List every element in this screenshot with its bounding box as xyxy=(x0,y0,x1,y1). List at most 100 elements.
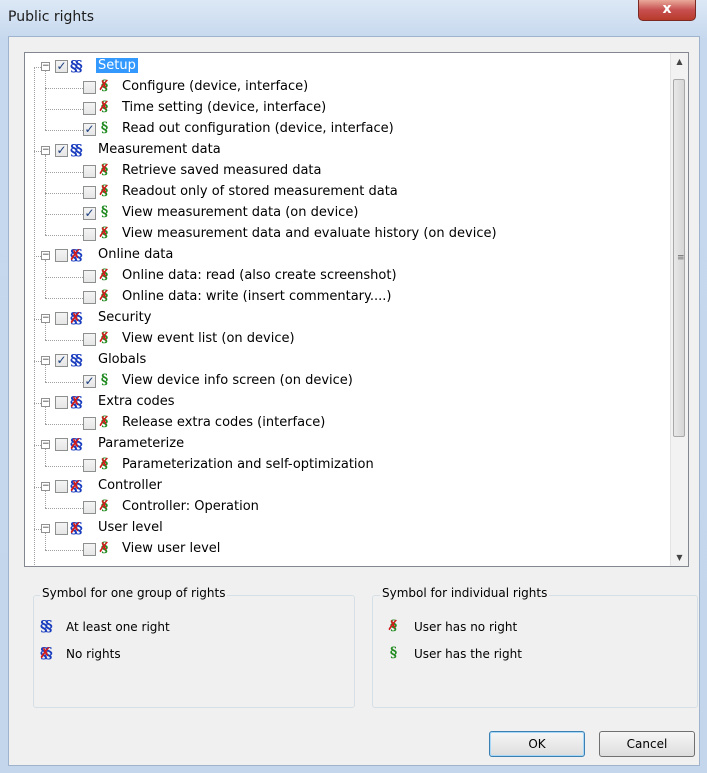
tree-group-node[interactable]: §§✗ Parameterize xyxy=(25,435,665,456)
vertical-scrollbar[interactable]: ▲ ≡ ▼ xyxy=(670,53,688,566)
collapse-icon[interactable] xyxy=(41,524,50,533)
has-right-icon: § xyxy=(389,645,398,661)
collapse-icon[interactable] xyxy=(41,356,50,365)
group-checkbox[interactable] xyxy=(55,438,68,451)
cancel-button[interactable]: Cancel xyxy=(599,731,695,757)
right-checkbox[interactable] xyxy=(83,375,96,388)
no-right-mark: ✗ xyxy=(69,393,81,411)
right-checkbox[interactable] xyxy=(83,81,96,94)
collapse-icon[interactable] xyxy=(41,62,50,71)
tree-item-node[interactable]: § ✗ View user level xyxy=(25,540,665,561)
tree-connector xyxy=(45,155,46,235)
scroll-thumb[interactable]: ≡ xyxy=(673,79,685,437)
tree-group-node[interactable]: §§✗ User level xyxy=(25,519,665,540)
rights-tree[interactable]: §§Setup§✗Configure (device, interface)§✗… xyxy=(24,52,689,567)
tree-group-node[interactable]: §§✗ Online data xyxy=(25,246,665,267)
tree-item-label: Release extra codes (interface) xyxy=(122,415,326,430)
tree-group-label: Measurement data xyxy=(98,142,221,157)
group-checkbox[interactable] xyxy=(55,522,68,535)
right-checkbox[interactable] xyxy=(83,333,96,346)
close-button[interactable]: x xyxy=(638,0,696,21)
tree-connector xyxy=(34,403,41,404)
right-checkbox[interactable] xyxy=(83,459,96,472)
right-checkbox[interactable] xyxy=(83,417,96,430)
no-right-mark: ✗ xyxy=(98,540,110,556)
tree-connector xyxy=(34,319,41,320)
collapse-icon[interactable] xyxy=(41,482,50,491)
tree-group-label: Online data xyxy=(98,247,174,262)
no-right-mark: ✗ xyxy=(98,414,110,430)
collapse-icon[interactable] xyxy=(41,440,50,449)
group-checkbox[interactable] xyxy=(55,60,68,73)
scroll-down-arrow-icon[interactable]: ▼ xyxy=(671,549,688,566)
group-checkbox[interactable] xyxy=(55,396,68,409)
group-checkbox[interactable] xyxy=(55,144,68,157)
no-right-mark: ✗ xyxy=(98,183,110,199)
right-checkbox[interactable] xyxy=(83,165,96,178)
right-checkbox[interactable] xyxy=(83,270,96,283)
tree-connector xyxy=(45,298,83,299)
ok-button[interactable]: OK xyxy=(489,731,585,757)
tree-item-node[interactable]: § View measurement data (on device) xyxy=(25,204,665,225)
tree-item-node[interactable]: § ✗ Time setting (device, interface) xyxy=(25,99,665,120)
no-right-mark: ✗ xyxy=(39,644,51,662)
tree-connector xyxy=(34,445,41,446)
tree-group-node[interactable]: §§ Setup xyxy=(25,57,665,78)
tree-group-node[interactable]: §§✗ Security xyxy=(25,309,665,330)
tree-item-node[interactable]: § View device info screen (on device) xyxy=(25,372,665,393)
tree-item-node[interactable]: § ✗ Online data: write (insert commentary.… xyxy=(25,288,665,309)
tree-item-label: Time setting (device, interface) xyxy=(122,100,327,115)
right-checkbox[interactable] xyxy=(83,186,96,199)
right-checkbox[interactable] xyxy=(83,501,96,514)
right-checkbox[interactable] xyxy=(83,102,96,115)
tree-item-node[interactable]: § ✗ View event list (on device) xyxy=(25,330,665,351)
symbol-glyph: § xyxy=(100,120,109,136)
collapse-icon[interactable] xyxy=(41,314,50,323)
no-right-mark: ✗ xyxy=(98,288,110,304)
group-checkbox[interactable] xyxy=(55,480,68,493)
tree-item-label: Online data: read (also create screensho… xyxy=(122,268,397,283)
tree-connector xyxy=(34,67,35,566)
right-checkbox[interactable] xyxy=(83,291,96,304)
tree-item-node[interactable]: § Read out configuration (device, interfa… xyxy=(25,120,665,141)
title-bar[interactable]: Public rights x xyxy=(0,0,707,36)
collapse-icon[interactable] xyxy=(41,146,50,155)
tree-item-node[interactable]: § ✗ Online data: read (also create screens… xyxy=(25,267,665,288)
symbol-glyph: §§ xyxy=(70,57,83,75)
tree-connector xyxy=(45,340,83,341)
tree-group-node[interactable]: §§✗ Extra codes xyxy=(25,393,665,414)
group-checkbox[interactable] xyxy=(55,249,68,262)
right-checkbox[interactable] xyxy=(83,207,96,220)
tree-group-node[interactable]: §§ Globals xyxy=(25,351,665,372)
group-checkbox[interactable] xyxy=(55,354,68,367)
no-right-icon: § ✗ xyxy=(98,183,111,199)
no-right-icon: § ✗ xyxy=(98,540,111,556)
collapse-icon[interactable] xyxy=(41,398,50,407)
right-checkbox[interactable] xyxy=(83,123,96,136)
tree-item-node[interactable]: § ✗ View measurement data and evaluate his… xyxy=(25,225,665,246)
tree-connector xyxy=(34,361,41,362)
tree-item-node[interactable]: § ✗ Retrieve saved measured data xyxy=(25,162,665,183)
group-checkbox[interactable] xyxy=(55,312,68,325)
tree-group-node[interactable]: §§ Measurement data xyxy=(25,141,665,162)
tree-item-node[interactable]: § ✗ Release extra codes (interface) xyxy=(25,414,665,435)
tree-item-node[interactable]: § ✗ Parameterization and self-optimization xyxy=(25,456,665,477)
tree-group-node[interactable]: §§✗ Controller xyxy=(25,477,665,498)
tree-item-label: View event list (on device) xyxy=(122,331,295,346)
symbol-glyph: § xyxy=(100,372,109,388)
no-right-mark: ✗ xyxy=(387,618,399,634)
tree-item-node[interactable]: § ✗ Readout only of stored measurement dat… xyxy=(25,183,665,204)
right-checkbox[interactable] xyxy=(83,228,96,241)
collapse-icon[interactable] xyxy=(41,251,50,260)
tree-item-node[interactable]: § ✗ Controller: Operation xyxy=(25,498,665,519)
no-right-icon: § ✗ xyxy=(98,99,111,115)
tree-connector xyxy=(45,193,83,194)
individual-legend-title: Symbol for individual rights xyxy=(380,586,550,600)
tree-item-node[interactable]: § ✗ Configure (device, interface) xyxy=(25,78,665,99)
tree-connector xyxy=(34,256,41,257)
right-checkbox[interactable] xyxy=(83,543,96,556)
no-right-icon: § ✗ xyxy=(98,456,111,472)
tree-item-label: Retrieve saved measured data xyxy=(122,163,322,178)
tree-connector xyxy=(45,550,83,551)
scroll-up-arrow-icon[interactable]: ▲ xyxy=(671,53,688,70)
